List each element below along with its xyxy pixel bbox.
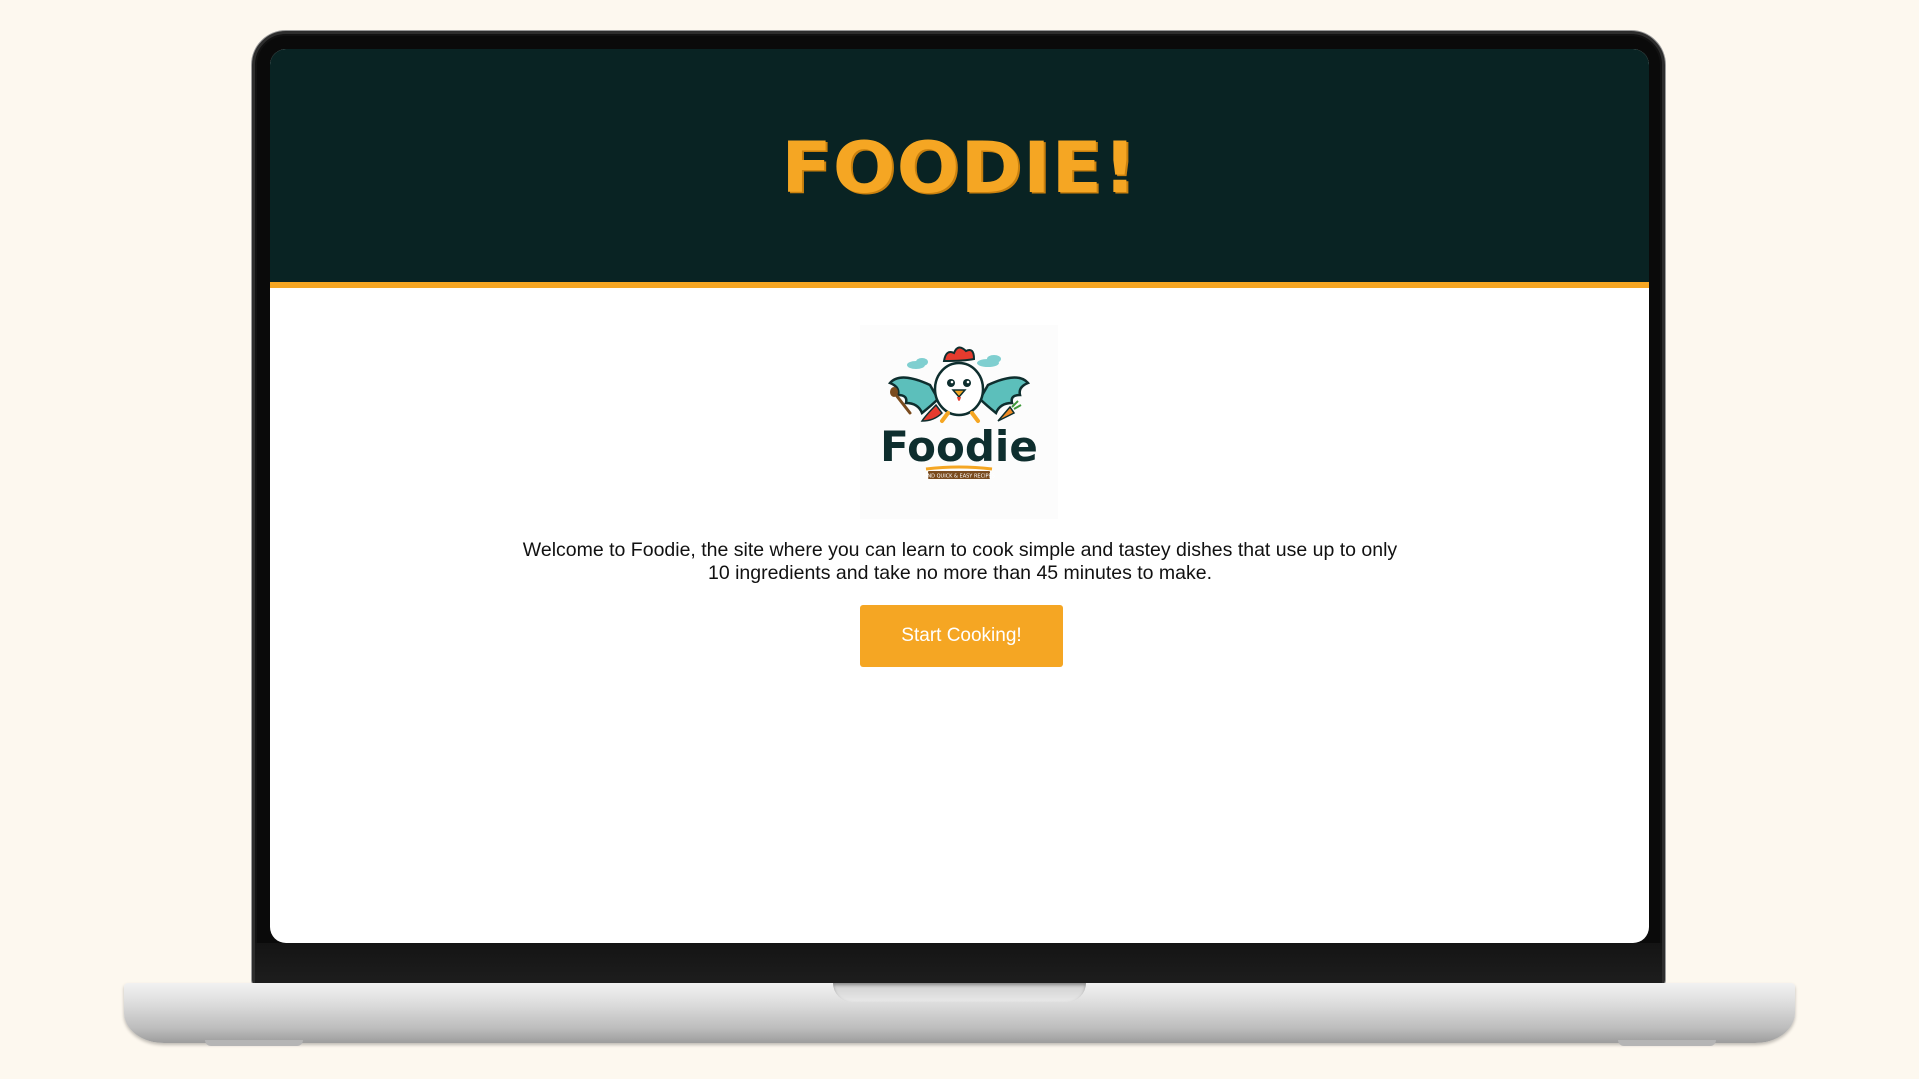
site-title: FOODIE!: [781, 126, 1138, 209]
site-header: FOODIE!: [270, 49, 1649, 288]
chicken-chef-logo-icon: Foodie FIND QUICK & EASY RECIPES: [880, 346, 1038, 480]
welcome-text: Welcome to Foodie, the site where you ca…: [522, 539, 1398, 584]
logo-tagline: FIND QUICK & EASY RECIPES: [923, 474, 995, 480]
laptop-notch: [833, 983, 1086, 1002]
laptop-screen: FOODIE! Foodie FIND QUICK & EASY RECIPES…: [270, 49, 1649, 943]
foodie-logo: Foodie FIND QUICK & EASY RECIPES: [860, 325, 1058, 519]
logo-wordmark: Foodie: [880, 422, 1038, 471]
start-cooking-button[interactable]: Start Cooking!: [860, 605, 1063, 667]
laptop-foot-left: [205, 1040, 303, 1046]
laptop-bezel-bottom: [255, 943, 1662, 983]
stage: FOODIE! Foodie FIND QUICK & EASY RECIPES…: [0, 0, 1919, 1079]
laptop-foot-right: [1618, 1040, 1716, 1046]
